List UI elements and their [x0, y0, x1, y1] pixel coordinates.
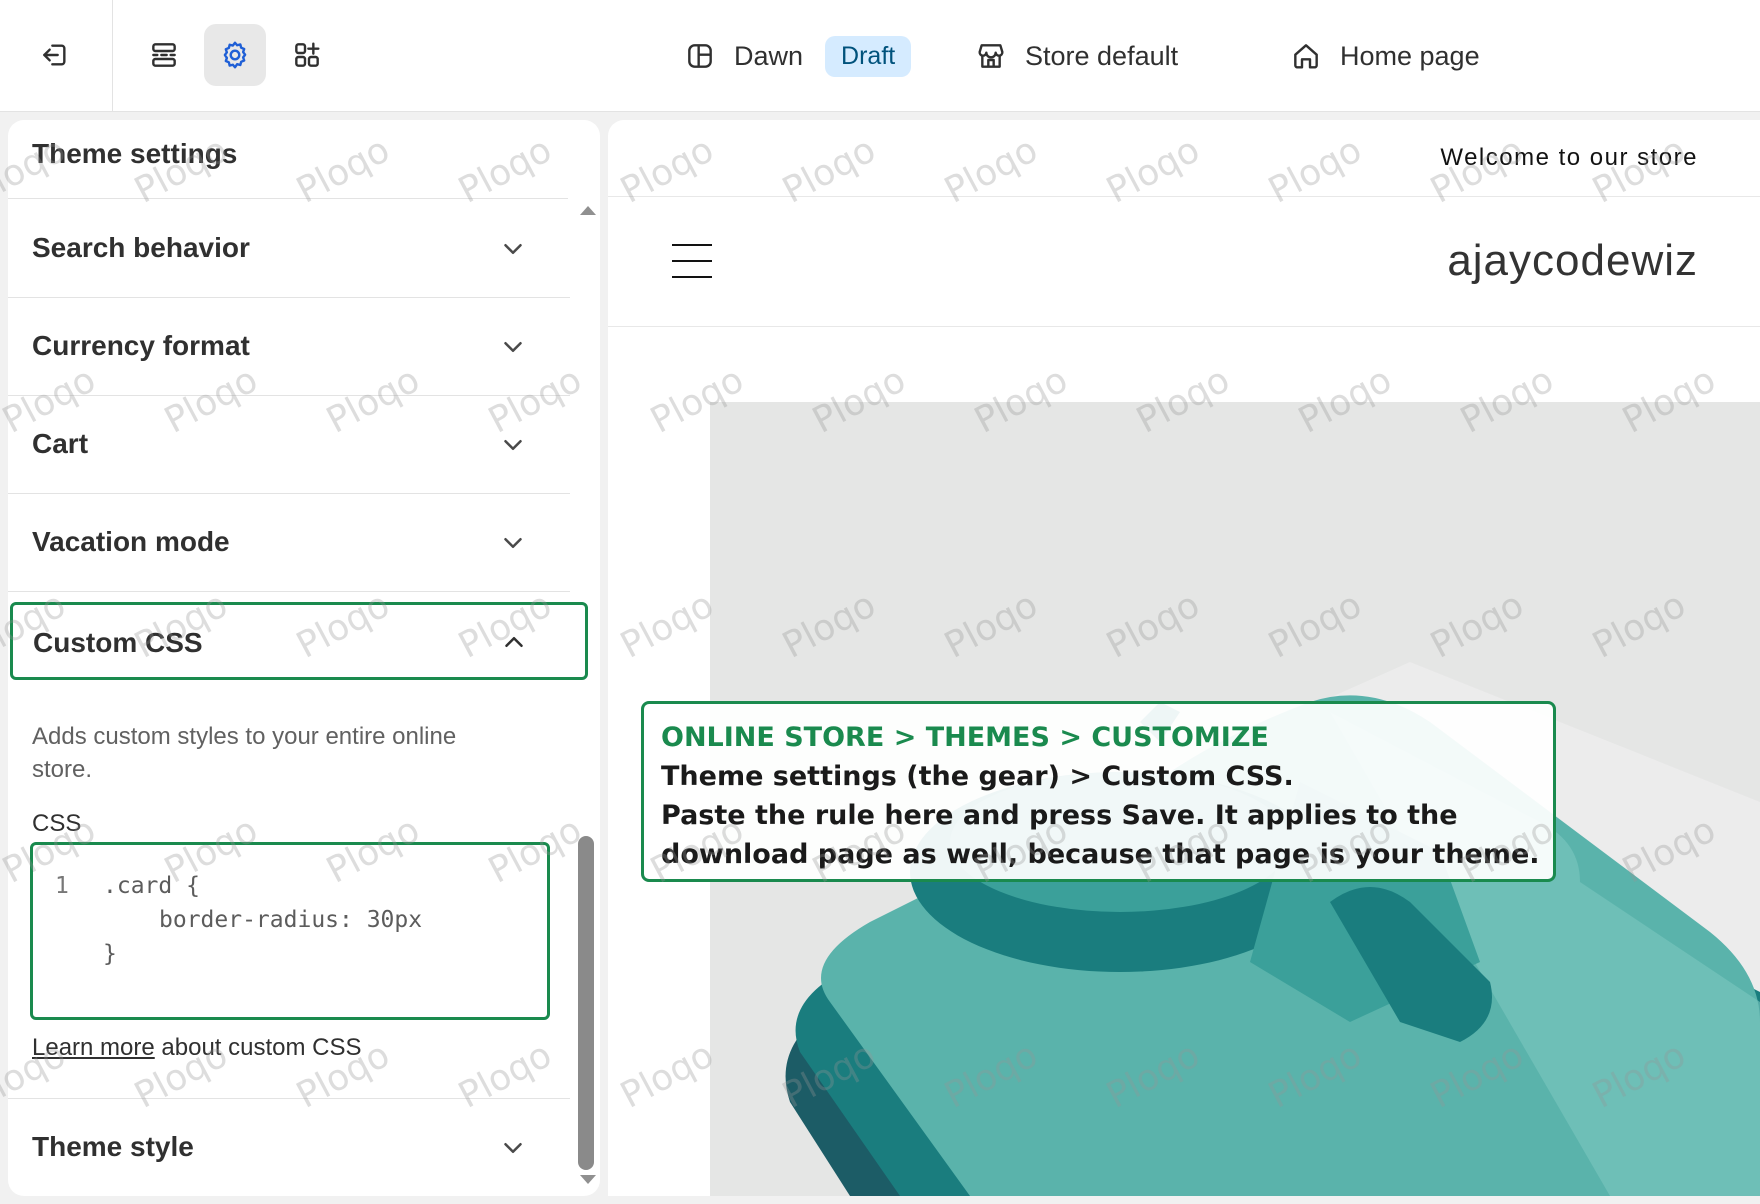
section-currency-format[interactable]: Currency format: [8, 298, 570, 396]
code-line: border-radius: 30px: [159, 907, 423, 933]
gear-icon: [223, 41, 247, 69]
store-logo-text[interactable]: ajaycodewiz: [1447, 236, 1698, 286]
page-selector[interactable]: Home page: [1290, 30, 1480, 82]
code-line: }: [103, 941, 117, 967]
store-icon: [978, 44, 1004, 68]
section-label: Vacation mode: [32, 526, 230, 557]
css-code-editor[interactable]: 1 .card { border-radius: 30px }: [30, 842, 550, 1020]
callout-heading: ONLINE STORE > THEMES > CUSTOMIZE: [661, 722, 1269, 753]
section-cart[interactable]: Cart: [8, 396, 570, 494]
section-label: Search behavior: [32, 232, 250, 263]
callout-line: download page as well, because that page…: [661, 839, 1540, 870]
home-icon: [1294, 44, 1318, 69]
app-embeds-button[interactable]: [276, 24, 338, 86]
scrollbar-thumb[interactable]: [578, 836, 594, 1170]
theme-settings-button[interactable]: [204, 24, 266, 86]
scroll-down-arrow[interactable]: [580, 1175, 596, 1184]
learn-more-text: Learn more about custom CSS: [32, 1034, 362, 1062]
section-label: Currency format: [32, 330, 250, 361]
chevron-down-icon: [504, 244, 522, 254]
section-label: Cart: [32, 428, 89, 459]
divider: [608, 326, 1760, 327]
panel-title: Theme settings: [32, 138, 238, 169]
scroll-up-arrow[interactable]: [580, 206, 596, 215]
section-label: Theme style: [32, 1131, 194, 1162]
learn-more-suffix: about custom CSS: [154, 1034, 362, 1061]
divider: [8, 198, 568, 199]
chevron-down-icon: [504, 440, 522, 450]
draft-badge: Draft: [825, 35, 912, 77]
exit-icon: [43, 44, 66, 66]
chevron-down-icon: [504, 342, 522, 352]
app-blocks-icon: [295, 42, 320, 67]
learn-more-link[interactable]: Learn more: [32, 1034, 155, 1061]
section-search-behavior[interactable]: Search behavior: [8, 200, 570, 298]
code-line: .card {: [103, 873, 200, 899]
chevron-up-icon: [505, 637, 523, 647]
announcement-bar: Welcome to our store: [1440, 144, 1698, 171]
store-context-label: Store default: [1025, 40, 1179, 71]
exit-button[interactable]: [24, 24, 86, 86]
instruction-callout: ONLINE STORE > THEMES > CUSTOMIZE Theme …: [641, 701, 1556, 882]
custom-css-description: Adds custom styles to your entire online…: [32, 723, 457, 783]
panel-scrollbar[interactable]: [576, 196, 596, 1196]
line-number: 1: [55, 873, 69, 899]
chevron-down-icon: [504, 538, 522, 548]
sections-icon: [152, 43, 176, 67]
divider: [608, 196, 1760, 197]
layout-icon: [688, 44, 712, 68]
page-selector-label: Home page: [1340, 40, 1480, 71]
css-field-label: CSS: [32, 810, 82, 837]
section-theme-style[interactable]: Theme style: [8, 1098, 570, 1196]
section-vacation-mode[interactable]: Vacation mode: [8, 494, 570, 592]
store-preview[interactable]: Welcome to our store ajaycodewiz: [608, 120, 1760, 1196]
store-context-selector[interactable]: Store default: [975, 30, 1178, 82]
callout-line: Theme settings (the gear) > Custom CSS.: [661, 761, 1294, 792]
sections-button[interactable]: [133, 24, 195, 86]
callout-line: Paste the rule here and press Save. It a…: [661, 800, 1458, 831]
hamburger-menu-icon[interactable]: [672, 244, 712, 278]
chevron-down-icon: [504, 1143, 522, 1153]
theme-selector[interactable]: Dawn Draft: [684, 30, 912, 82]
section-custom-css[interactable]: Custom CSS: [10, 602, 588, 680]
theme-settings-panel: Theme settings Search behavior Currency …: [8, 120, 600, 1196]
section-label: Custom CSS: [33, 627, 203, 658]
theme-name: Dawn: [734, 40, 804, 71]
editor-top-bar: Dawn Draft Store default Home page: [0, 0, 1760, 112]
